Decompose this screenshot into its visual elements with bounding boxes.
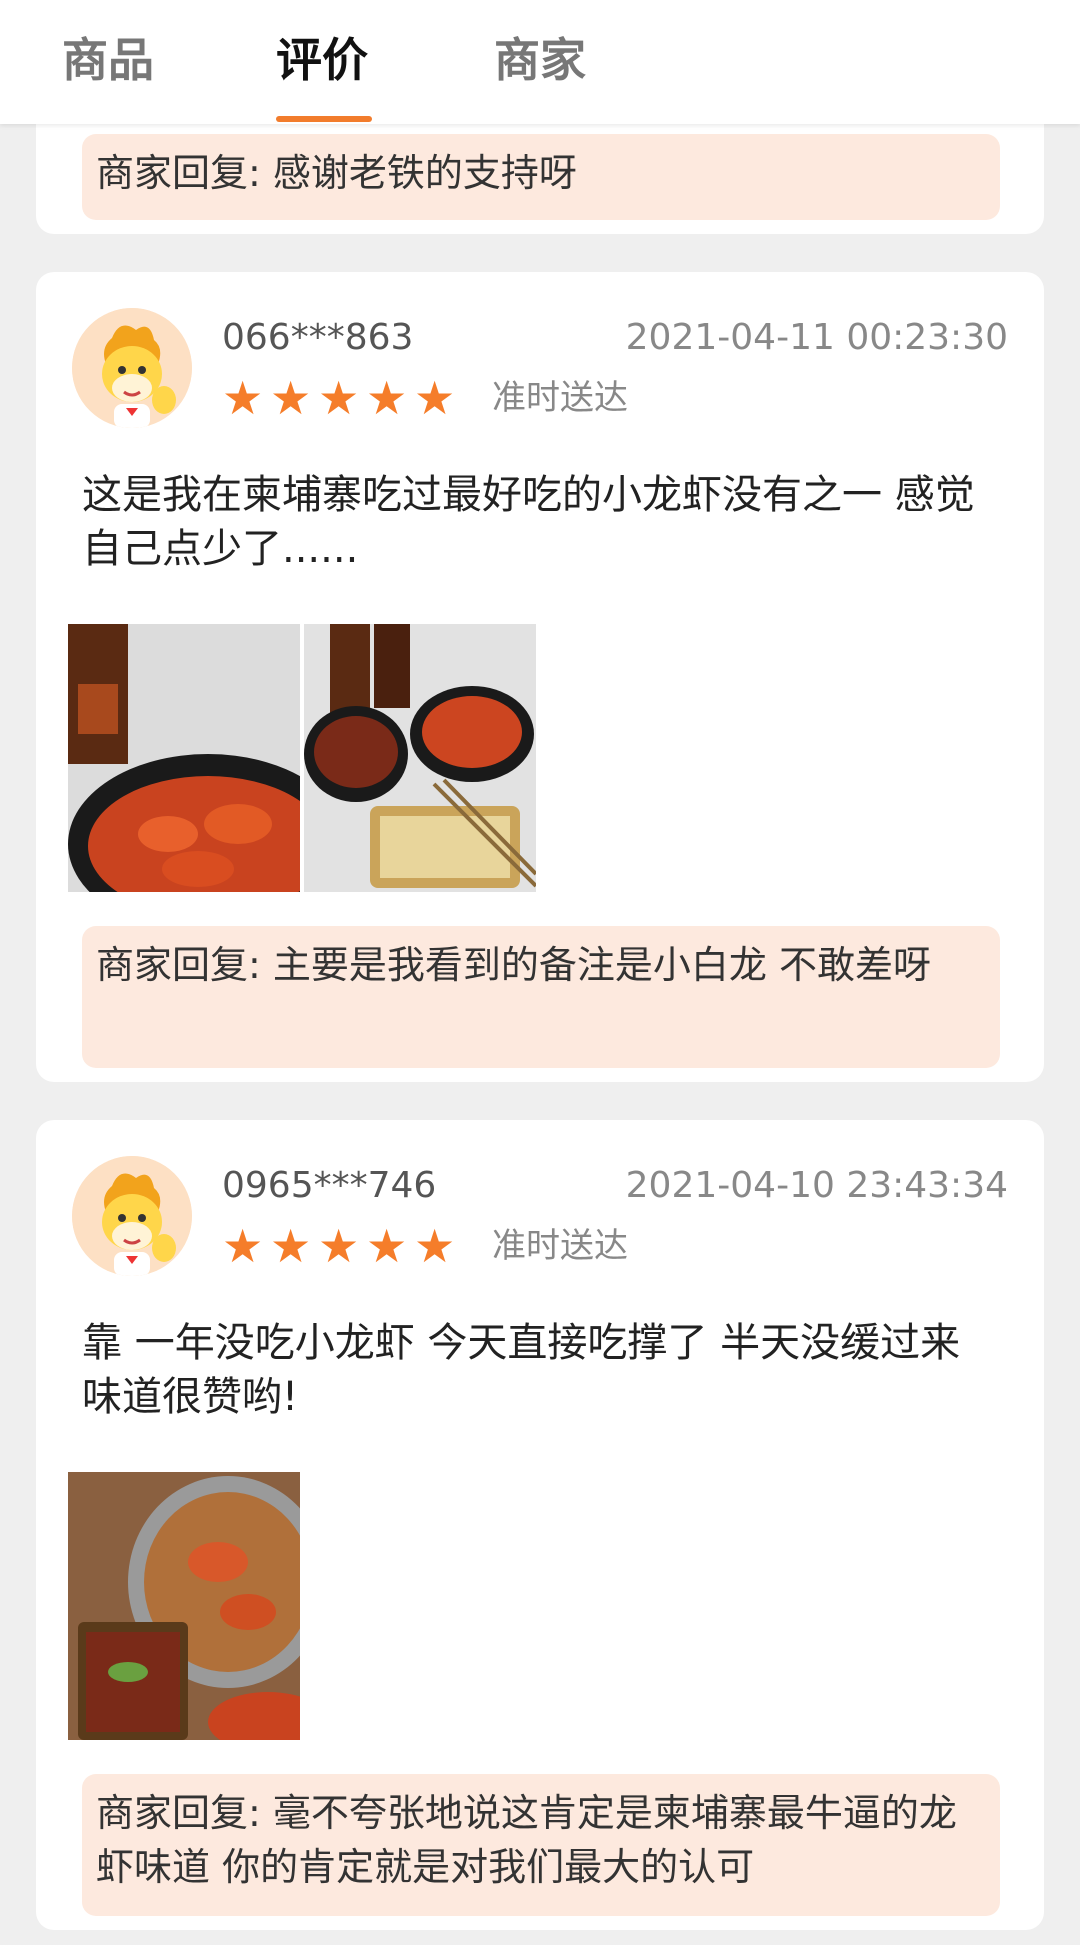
review-time: 2021-04-11 00:23:30 xyxy=(625,317,1008,358)
username: 0965***746 xyxy=(222,1165,437,1206)
tab-products[interactable]: 商品 xyxy=(62,30,154,90)
delivery-tag: 准时送达 xyxy=(492,1226,628,1266)
star-icon: ★ xyxy=(222,1219,264,1273)
star-icon: ★ xyxy=(222,371,264,425)
review-photo[interactable] xyxy=(68,624,300,892)
star-icon: ★ xyxy=(318,1219,360,1273)
merchant-reply: 商家回复: 感谢老铁的支持呀 xyxy=(82,134,1000,220)
review-photo[interactable] xyxy=(68,1472,300,1740)
review-card: 0965***746 2021-04-10 23:43:34 ★ ★ ★ ★ ★ 准时送… xyxy=(36,1120,1044,1930)
merchant-reply: 商家回复: 主要是我看到的备注是小白龙 不敢差呀 xyxy=(82,926,1000,1068)
review-text: 这是我在柬埔寨吃过最好吃的小龙虾没有之一 感觉自己点少了...... xyxy=(82,472,975,572)
top-tab-bar: 商品 评价 商家 xyxy=(0,0,1080,124)
review-text: 靠 一年没吃小龙虾 今天直接吃撑了 半天没缓过来 味道很赞哟! xyxy=(82,1320,961,1420)
horse-mascot-icon xyxy=(72,1156,192,1276)
star-icon: ★ xyxy=(366,1219,408,1273)
star-icon: ★ xyxy=(318,371,360,425)
tab-merchant[interactable]: 商家 xyxy=(494,30,586,90)
rating-stars: ★ ★ ★ ★ ★ xyxy=(222,371,462,425)
tab-reviews[interactable]: 评价 xyxy=(276,30,368,90)
review-card: 066***863 2021-04-11 00:23:30 ★ ★ ★ ★ ★ 准时送达… xyxy=(36,272,1044,1082)
user-avatar[interactable] xyxy=(72,1156,192,1276)
star-icon: ★ xyxy=(414,1219,456,1273)
delivery-tag: 准时送达 xyxy=(492,378,628,418)
star-icon: ★ xyxy=(270,371,312,425)
review-photo[interactable] xyxy=(304,624,536,892)
star-icon: ★ xyxy=(270,1219,312,1273)
star-icon: ★ xyxy=(366,371,408,425)
star-icon: ★ xyxy=(414,371,456,425)
review-time: 2021-04-10 23:43:34 xyxy=(625,1165,1008,1206)
rating-stars: ★ ★ ★ ★ ★ xyxy=(222,1219,462,1273)
username: 066***863 xyxy=(222,317,414,358)
user-avatar[interactable] xyxy=(72,308,192,428)
horse-mascot-icon xyxy=(72,308,192,428)
active-tab-indicator xyxy=(276,116,372,122)
merchant-reply: 商家回复: 毫不夸张地说这肯定是柬埔寨最牛逼的龙虾味道 你的肯定就是对我们最大的… xyxy=(82,1774,1000,1916)
